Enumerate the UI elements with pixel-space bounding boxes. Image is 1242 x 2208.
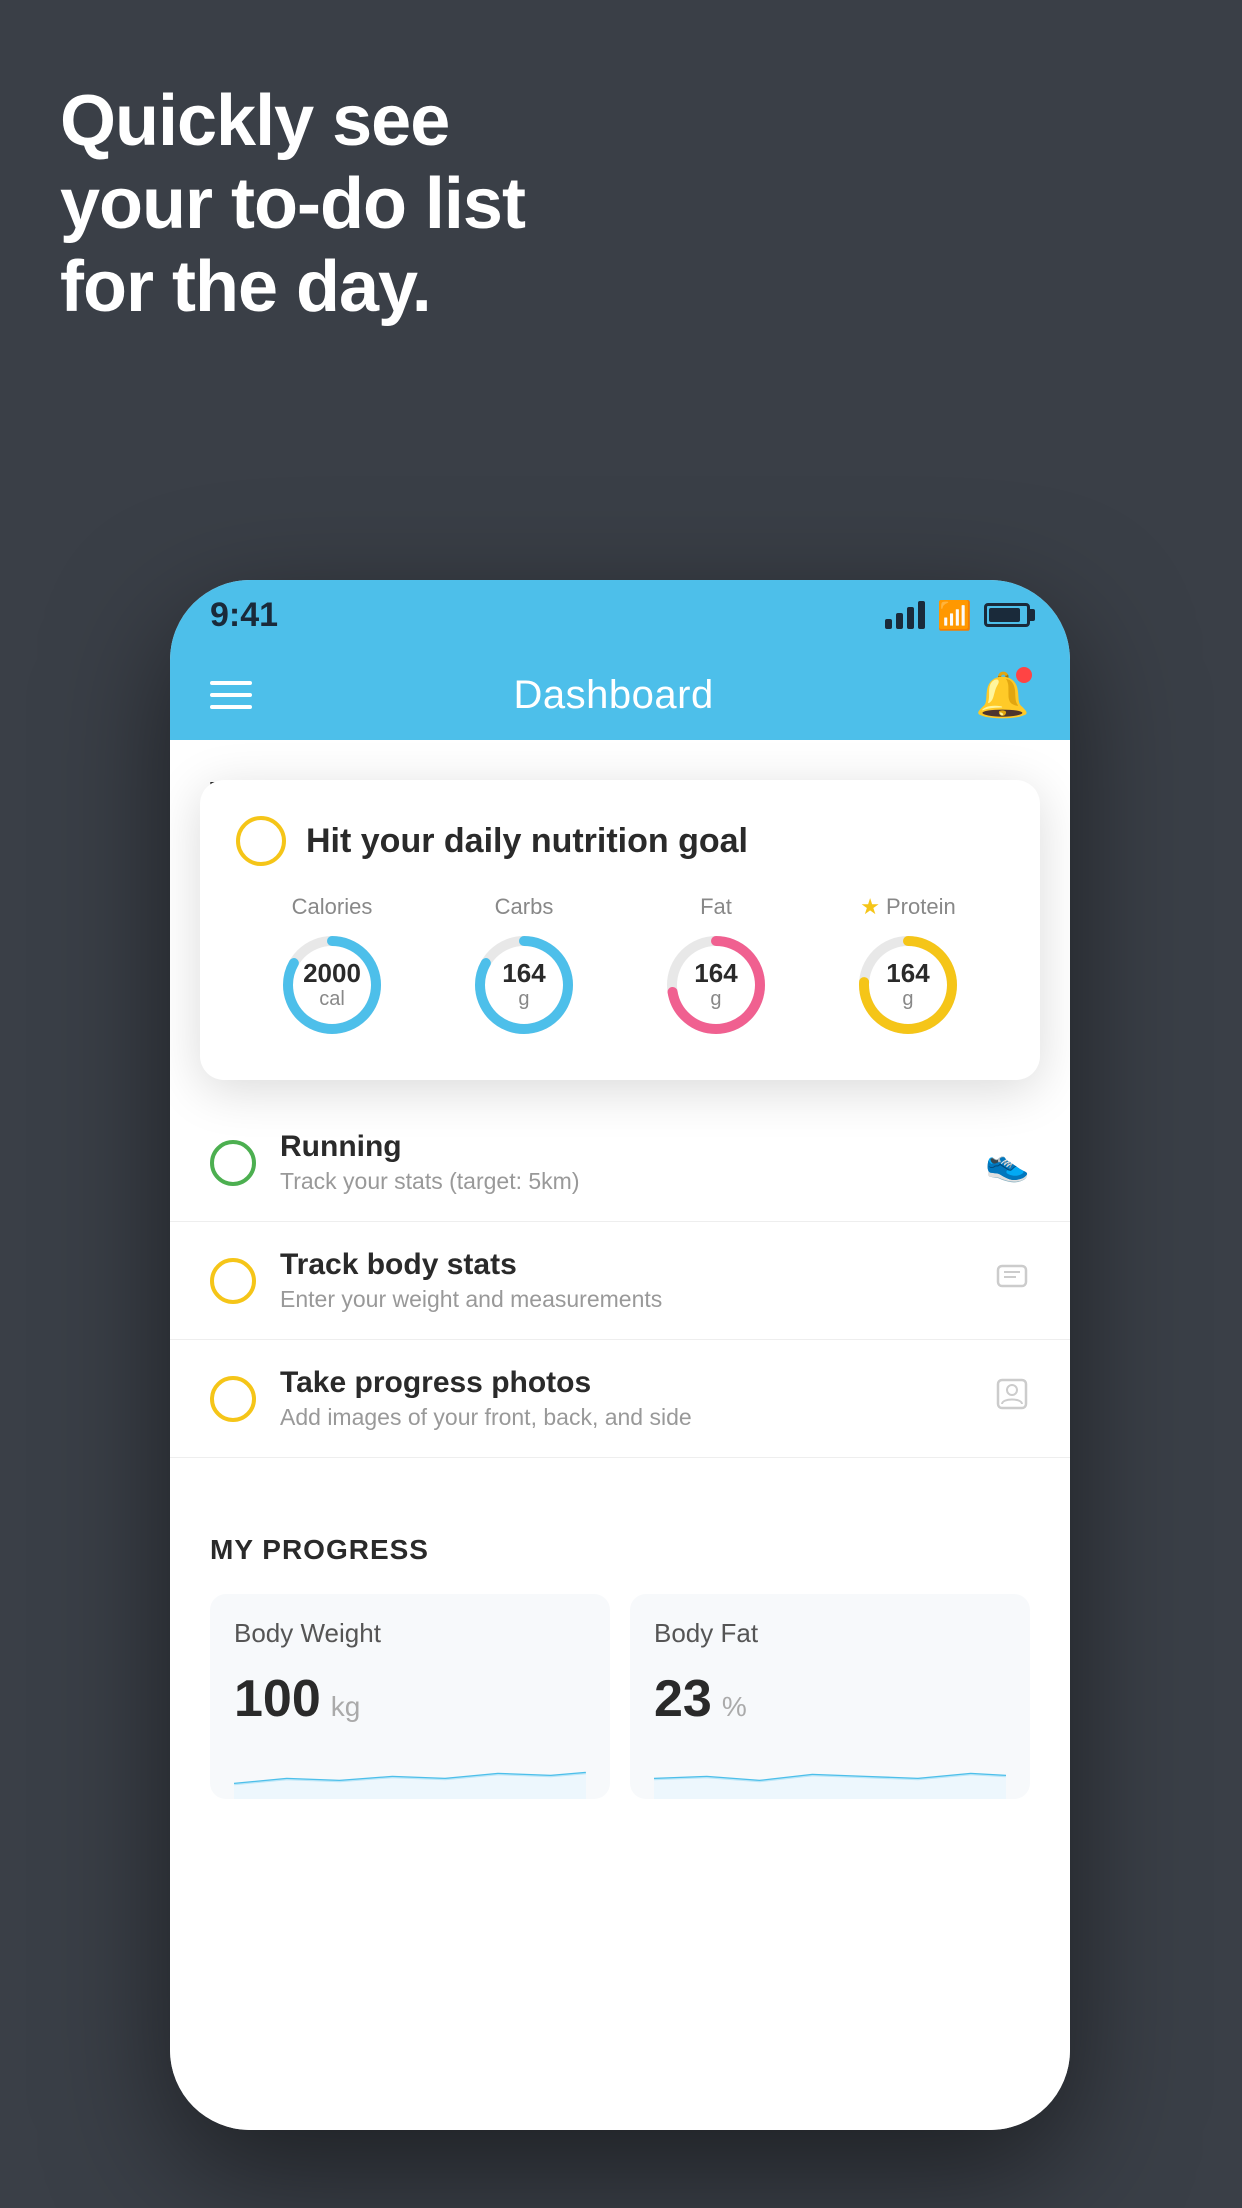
- progress-section: MY PROGRESS Body Weight 100 kg: [170, 1498, 1070, 1835]
- calories-unit: cal: [303, 988, 361, 1011]
- todo-circle-body-stats: [210, 1258, 256, 1304]
- fat-value: 164: [694, 959, 737, 988]
- todo-circle-running: [210, 1140, 256, 1186]
- carbs-chart: 164 g: [469, 930, 579, 1040]
- todo-sub-running: Track your stats (target: 5km): [280, 1168, 961, 1195]
- calories-value: 2000: [303, 959, 361, 988]
- todo-list: Running Track your stats (target: 5km) 👟…: [170, 1104, 1070, 1458]
- todo-name-body-stats: Track body stats: [280, 1248, 970, 1282]
- nutrition-card[interactable]: Hit your daily nutrition goal Calories 2…: [200, 780, 1040, 1080]
- signal-icon: [885, 601, 925, 629]
- macro-calories-label: Calories: [292, 894, 373, 920]
- todo-name-photos: Take progress photos: [280, 1366, 970, 1400]
- carbs-unit: g: [502, 988, 545, 1011]
- progress-cards: Body Weight 100 kg Body Fat: [210, 1594, 1030, 1799]
- macro-calories: Calories 2000 cal: [277, 894, 387, 1040]
- body-weight-value: 100: [234, 1669, 321, 1729]
- nav-bar: Dashboard 🔔: [170, 650, 1070, 740]
- todo-sub-photos: Add images of your front, back, and side: [280, 1404, 970, 1431]
- headline-line3: for the day.: [60, 246, 525, 329]
- nav-title: Dashboard: [514, 673, 714, 718]
- status-icons: 📶: [885, 599, 1030, 632]
- body-fat-value: 23: [654, 1669, 712, 1729]
- nutrition-card-title: Hit your daily nutrition goal: [306, 822, 748, 861]
- todo-item-body-stats[interactable]: Track body stats Enter your weight and m…: [170, 1222, 1070, 1340]
- scale-icon: [994, 1258, 1030, 1303]
- fat-unit: g: [694, 988, 737, 1011]
- todo-item-running[interactable]: Running Track your stats (target: 5km) 👟: [170, 1104, 1070, 1222]
- status-bar: 9:41 📶: [170, 580, 1070, 650]
- nutrition-checkbox[interactable]: [236, 816, 286, 866]
- running-icon: 👟: [985, 1142, 1030, 1184]
- bell-icon[interactable]: 🔔: [975, 669, 1030, 721]
- todo-info-body-stats: Track body stats Enter your weight and m…: [280, 1248, 970, 1313]
- macro-protein: ★ Protein 164 g: [853, 894, 963, 1040]
- body-fat-card[interactable]: Body Fat 23 %: [630, 1594, 1030, 1799]
- body-fat-title: Body Fat: [654, 1618, 1006, 1649]
- phone-mockup: 9:41 📶 Dashboard 🔔 THINGS TO DO TOD: [170, 580, 1070, 2130]
- body-weight-card[interactable]: Body Weight 100 kg: [210, 1594, 610, 1799]
- todo-item-photos[interactable]: Take progress photos Add images of your …: [170, 1340, 1070, 1458]
- battery-icon: [984, 603, 1030, 627]
- hamburger-menu[interactable]: [210, 681, 252, 709]
- person-icon: [994, 1376, 1030, 1421]
- status-time: 9:41: [210, 596, 278, 635]
- todo-name-running: Running: [280, 1130, 961, 1164]
- macro-carbs-label: Carbs: [495, 894, 554, 920]
- notification-dot: [1016, 667, 1032, 683]
- carbs-value: 164: [502, 959, 545, 988]
- macro-protein-label: ★ Protein: [860, 894, 955, 920]
- fat-chart: 164 g: [661, 930, 771, 1040]
- body-fat-sparkline: [654, 1749, 1006, 1799]
- phone-content: THINGS TO DO TODAY Hit your daily nutrit…: [170, 740, 1070, 2130]
- calories-chart: 2000 cal: [277, 930, 387, 1040]
- protein-unit: g: [886, 988, 929, 1011]
- headline-line2: your to-do list: [60, 163, 525, 246]
- macro-carbs: Carbs 164 g: [469, 894, 579, 1040]
- headline-line1: Quickly see: [60, 80, 525, 163]
- body-weight-unit: kg: [331, 1691, 361, 1723]
- wifi-icon: 📶: [937, 599, 972, 632]
- todo-info-photos: Take progress photos Add images of your …: [280, 1366, 970, 1431]
- macro-fat: Fat 164 g: [661, 894, 771, 1040]
- star-icon: ★: [860, 894, 880, 920]
- todo-sub-body-stats: Enter your weight and measurements: [280, 1286, 970, 1313]
- todo-info-running: Running Track your stats (target: 5km): [280, 1130, 961, 1195]
- body-weight-title: Body Weight: [234, 1618, 586, 1649]
- protein-chart: 164 g: [853, 930, 963, 1040]
- macro-fat-label: Fat: [700, 894, 732, 920]
- todo-circle-photos: [210, 1376, 256, 1422]
- body-fat-unit: %: [722, 1691, 747, 1723]
- protein-value: 164: [886, 959, 929, 988]
- body-weight-sparkline: [234, 1749, 586, 1799]
- macros-row: Calories 2000 cal Carbs: [236, 894, 1004, 1040]
- headline: Quickly see your to-do list for the day.: [60, 80, 525, 328]
- progress-title: MY PROGRESS: [210, 1534, 1030, 1566]
